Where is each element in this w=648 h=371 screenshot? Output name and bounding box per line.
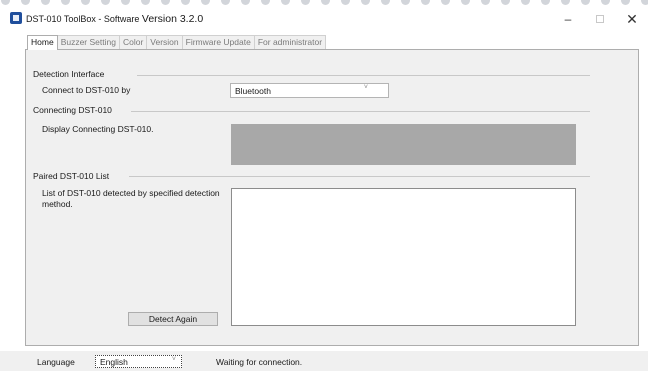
tab-color[interactable]: Color <box>118 35 148 49</box>
connect-by-value: Bluetooth <box>235 86 271 96</box>
tab-for-administrator[interactable]: For administrator <box>253 35 327 49</box>
tab-buzzer-setting[interactable]: Buzzer Setting <box>56 35 120 49</box>
maximize-button[interactable] <box>585 8 615 30</box>
paired-list-group-label: Paired DST-010 List <box>33 171 110 181</box>
connect-by-dropdown[interactable]: Bluetooth ˅ <box>230 83 389 98</box>
window-title-prefix: DST-010 ToolBox - Software <box>26 14 142 24</box>
app-icon <box>10 12 22 24</box>
paired-device-list[interactable] <box>231 188 576 326</box>
connection-status-text: Waiting for connection. <box>216 357 303 367</box>
tab-firmware-update[interactable]: Firmware Update <box>181 35 255 49</box>
window-title-version: Version 3.2.0 <box>141 13 204 25</box>
detect-again-button[interactable]: Detect Again <box>128 312 218 326</box>
language-dropdown[interactable]: English ˅ <box>95 355 182 368</box>
toolbox-window: DST-010 ToolBox - Software Version 3.2.0… <box>0 0 648 371</box>
tab-strip: Home Buzzer Setting Color Version Firmwa… <box>27 35 327 50</box>
paired-list-description: List of DST-010 detected by specified de… <box>42 188 220 209</box>
connecting-divider <box>131 111 590 112</box>
status-bar: Language English ˅ Waiting for connectio… <box>0 351 648 371</box>
connect-by-label: Connect to DST-010 by <box>42 85 131 95</box>
chevron-down-icon: ˅ <box>363 84 368 91</box>
paired-list-divider <box>129 176 590 177</box>
detection-interface-divider <box>137 75 590 76</box>
language-value: English <box>100 357 128 367</box>
close-icon: ✕ <box>626 10 638 27</box>
home-tab-panel: Detection Interface Connect to DST-010 b… <box>25 49 639 346</box>
tab-version[interactable]: Version <box>146 35 183 49</box>
chevron-down-icon: ˅ <box>171 356 176 363</box>
maximize-icon <box>596 15 604 23</box>
title-bar[interactable]: DST-010 ToolBox - Software Version 3.2.0… <box>0 8 648 30</box>
language-label: Language <box>37 357 75 367</box>
display-connecting-label: Display Connecting DST-010. <box>42 124 154 134</box>
connecting-group-label: Connecting DST-010 <box>33 105 112 115</box>
minimize-button[interactable]: – <box>553 8 583 30</box>
window-title: DST-010 ToolBox - Software Version 3.2.0 <box>26 13 203 25</box>
detection-interface-group-label: Detection Interface <box>33 69 105 79</box>
connecting-device-display <box>231 124 576 165</box>
minimize-icon: – <box>564 12 572 26</box>
close-button[interactable]: ✕ <box>617 8 647 30</box>
tab-home[interactable]: Home <box>27 35 58 50</box>
